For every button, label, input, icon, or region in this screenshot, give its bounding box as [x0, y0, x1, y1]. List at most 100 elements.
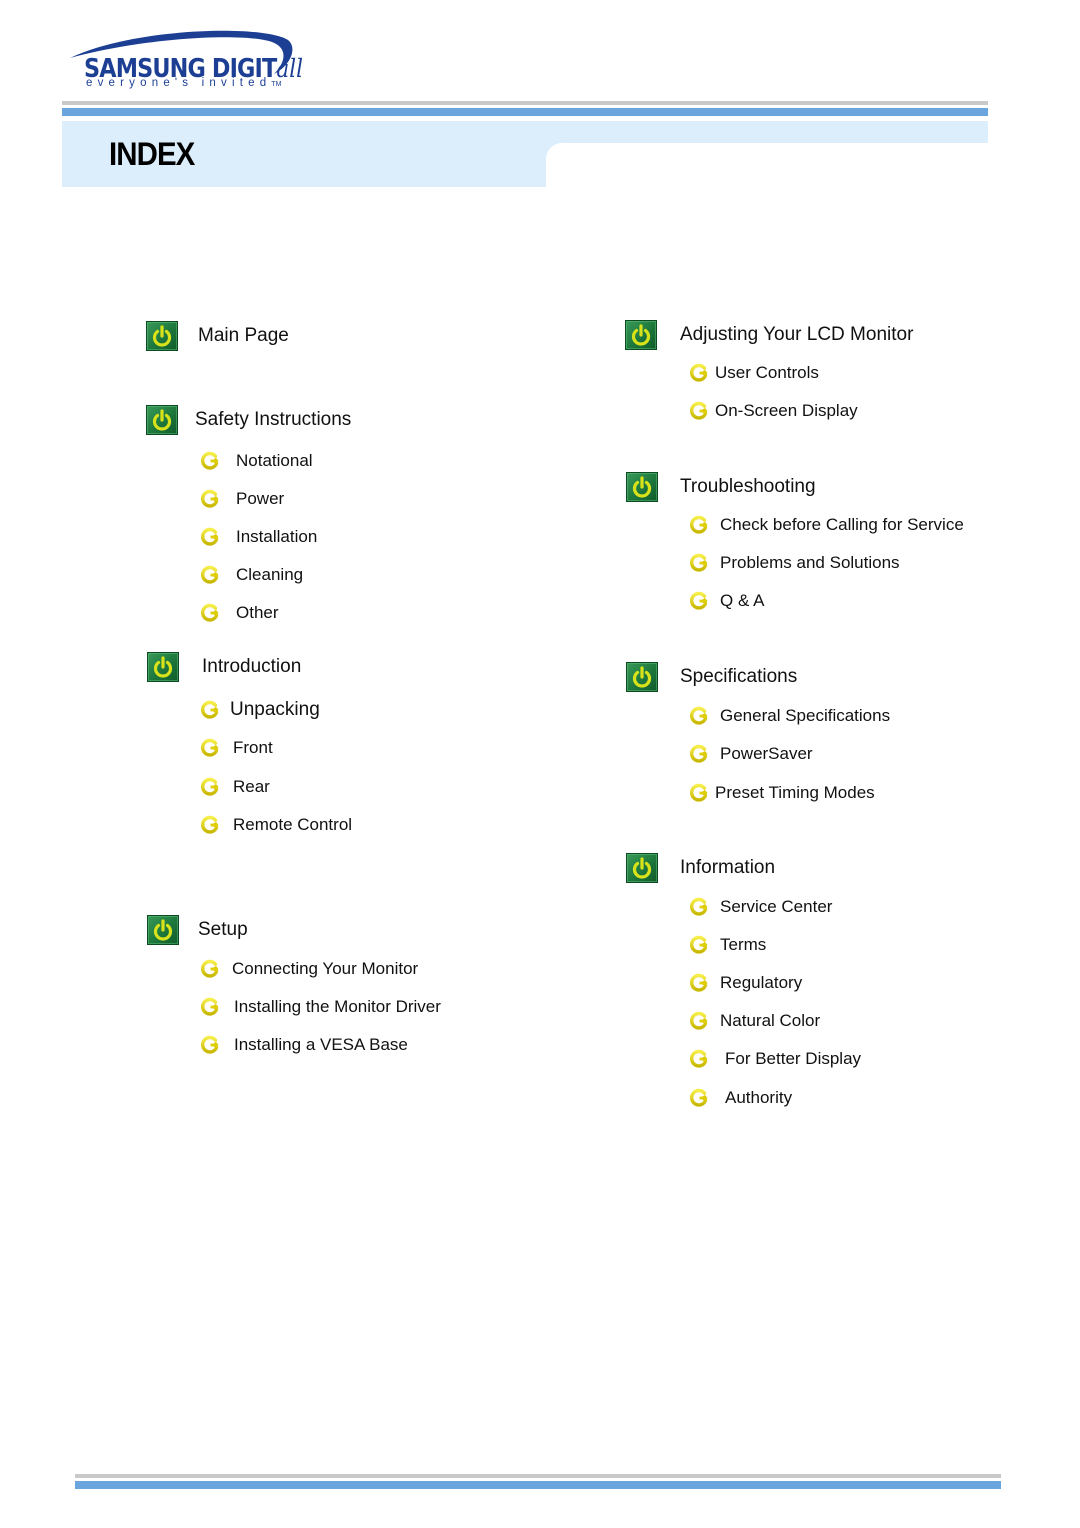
- arrow-circle-icon: [688, 1087, 710, 1109]
- link-label: Unpacking: [230, 699, 320, 720]
- link-terms[interactable]: Terms: [688, 934, 766, 956]
- link-user-controls[interactable]: User Controls: [688, 362, 819, 384]
- power-icon: [625, 320, 657, 350]
- link-installation[interactable]: Installation: [199, 526, 317, 548]
- section-title: Troubleshooting: [680, 476, 816, 497]
- arrow-circle-icon: [199, 776, 221, 798]
- link-unpacking[interactable]: Unpacking: [199, 699, 320, 721]
- link-label: Power: [236, 489, 285, 508]
- link-on-screen-display[interactable]: On-Screen Display: [688, 400, 858, 422]
- link-label: Problems and Solutions: [720, 553, 900, 572]
- link-label: Installation: [236, 527, 318, 546]
- link-label: Authority: [725, 1088, 793, 1107]
- section-specifications[interactable]: Specifications: [626, 662, 797, 692]
- link-authority[interactable]: Authority: [688, 1087, 792, 1109]
- arrow-circle-icon: [199, 488, 221, 510]
- link-preset-timing-modes[interactable]: Preset Timing Modes: [688, 782, 875, 804]
- arrow-circle-icon: [688, 896, 710, 918]
- link-label: Terms: [720, 935, 767, 954]
- power-icon: [147, 915, 179, 945]
- logo-tagline-text: everyone's invited: [86, 77, 272, 89]
- section-setup[interactable]: Setup: [147, 915, 248, 945]
- link-powersaver[interactable]: PowerSaver: [688, 743, 813, 765]
- link-label: General Specifications: [720, 706, 891, 725]
- samsung-logo: SAMSUNG DIGITall everyone's invitedTM: [62, 26, 303, 96]
- link-q-and-a[interactable]: Q & A: [688, 590, 764, 612]
- power-icon: [146, 321, 178, 351]
- arrow-circle-icon: [688, 705, 710, 727]
- header-grey-rule: [62, 101, 988, 105]
- link-general-specifications[interactable]: General Specifications: [688, 705, 890, 727]
- arrow-circle-icon: [688, 743, 710, 765]
- link-label: Regulatory: [720, 973, 803, 992]
- arrow-circle-icon: [688, 514, 710, 536]
- link-front[interactable]: Front: [199, 737, 273, 759]
- section-title: Adjusting Your LCD Monitor: [680, 324, 914, 345]
- section-title: Information: [680, 857, 776, 878]
- link-connecting-your-monitor[interactable]: Connecting Your Monitor: [199, 958, 418, 980]
- link-for-better-display[interactable]: For Better Display: [688, 1048, 861, 1070]
- link-label: Front: [233, 738, 273, 757]
- link-regulatory[interactable]: Regulatory: [688, 972, 802, 994]
- arrow-circle-icon: [199, 602, 221, 624]
- link-label: Connecting Your Monitor: [232, 959, 419, 978]
- logo-tagline: everyone's invitedTM: [86, 77, 281, 89]
- arrow-circle-icon: [688, 972, 710, 994]
- link-service-center[interactable]: Service Center: [688, 896, 832, 918]
- link-rear[interactable]: Rear: [199, 776, 270, 798]
- section-title: Introduction: [202, 656, 302, 677]
- link-check-before-calling[interactable]: Check before Calling for Service: [688, 514, 964, 536]
- link-label: On-Screen Display: [715, 401, 858, 420]
- arrow-circle-icon: [688, 400, 710, 422]
- arrow-circle-icon: [199, 564, 221, 586]
- link-label: Remote Control: [233, 815, 353, 834]
- link-notational[interactable]: Notational: [199, 450, 313, 472]
- arrow-circle-icon: [199, 996, 221, 1018]
- link-label: Preset Timing Modes: [715, 783, 875, 802]
- link-cleaning[interactable]: Cleaning: [199, 564, 303, 586]
- section-introduction[interactable]: Introduction: [147, 652, 301, 682]
- arrow-circle-icon: [688, 590, 710, 612]
- link-label: Q & A: [720, 591, 765, 610]
- section-title: Setup: [198, 919, 248, 940]
- power-icon: [626, 662, 658, 692]
- link-label: Service Center: [720, 897, 833, 916]
- section-title: Safety Instructions: [195, 409, 352, 430]
- arrow-circle-icon: [688, 782, 710, 804]
- power-icon: [626, 472, 658, 502]
- footer-grey-rule: [75, 1474, 1001, 1478]
- link-label: Natural Color: [720, 1011, 821, 1030]
- section-adjusting-lcd-monitor[interactable]: Adjusting Your LCD Monitor: [625, 320, 913, 350]
- arrow-circle-icon: [688, 934, 710, 956]
- section-main-page[interactable]: Main Page: [146, 321, 289, 351]
- link-power[interactable]: Power: [199, 488, 284, 510]
- section-safety-instructions[interactable]: Safety Instructions: [146, 405, 351, 435]
- arrow-circle-icon: [688, 362, 710, 384]
- footer-blue-bar: [75, 1481, 1001, 1489]
- link-installing-vesa-base[interactable]: Installing a VESA Base: [199, 1034, 408, 1056]
- link-remote-control[interactable]: Remote Control: [199, 814, 352, 836]
- power-icon: [146, 405, 178, 435]
- link-label: Cleaning: [236, 565, 304, 584]
- link-label: User Controls: [715, 363, 819, 382]
- power-icon: [626, 853, 658, 883]
- arrow-circle-icon: [688, 1048, 710, 1070]
- arrow-circle-icon: [199, 1034, 221, 1056]
- link-problems-and-solutions[interactable]: Problems and Solutions: [688, 552, 900, 574]
- section-troubleshooting[interactable]: Troubleshooting: [626, 472, 816, 502]
- link-label: Other: [236, 603, 279, 622]
- link-label: For Better Display: [725, 1049, 862, 1068]
- link-other[interactable]: Other: [199, 602, 279, 624]
- arrow-circle-icon: [199, 450, 221, 472]
- section-title: Specifications: [680, 666, 798, 687]
- link-installing-monitor-driver[interactable]: Installing the Monitor Driver: [199, 996, 441, 1018]
- section-information[interactable]: Information: [626, 853, 775, 883]
- arrow-circle-icon: [199, 526, 221, 548]
- arrow-circle-icon: [199, 814, 221, 836]
- link-natural-color[interactable]: Natural Color: [688, 1010, 820, 1032]
- section-title: Main Page: [198, 325, 289, 346]
- header-panel-notch: [546, 143, 988, 189]
- header-blue-bar: [62, 108, 988, 116]
- link-label: Notational: [236, 451, 313, 470]
- link-label: PowerSaver: [720, 744, 813, 763]
